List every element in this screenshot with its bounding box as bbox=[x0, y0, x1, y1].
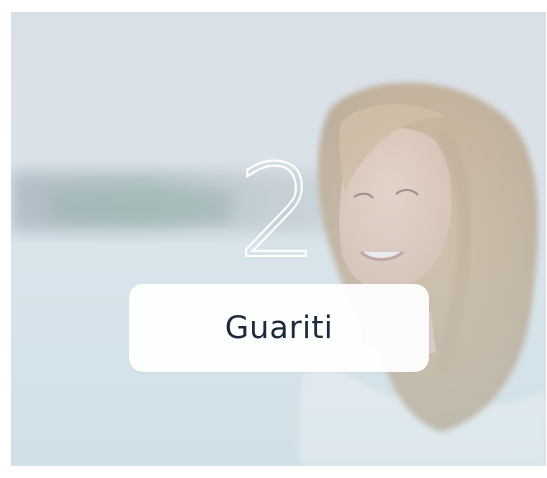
step-number-text: 2 bbox=[237, 152, 318, 272]
label-box: Guariti bbox=[129, 284, 429, 372]
card-label: Guariti bbox=[224, 310, 334, 346]
page: 2 Guariti bbox=[0, 0, 547, 478]
step-card[interactable]: 2 Guariti bbox=[11, 12, 546, 466]
step-number: 2 bbox=[236, 152, 319, 272]
